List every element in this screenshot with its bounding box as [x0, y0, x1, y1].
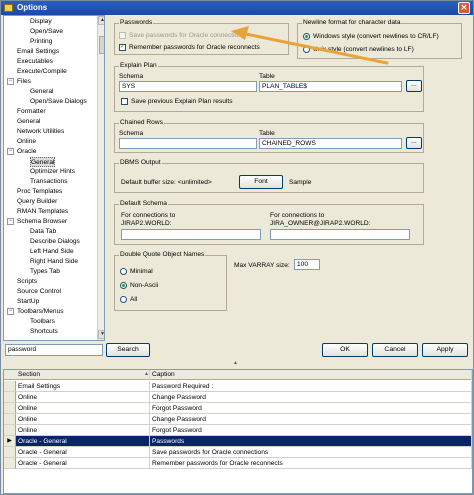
row-indicator[interactable] [4, 425, 16, 436]
row-indicator[interactable] [4, 381, 16, 392]
section-cell[interactable]: Online [16, 392, 150, 403]
row-indicator[interactable] [4, 414, 16, 425]
search-button[interactable]: Search [106, 343, 150, 357]
caption-cell[interactable]: Passwords [150, 436, 472, 447]
caption-cell[interactable]: Forgot Password [150, 425, 472, 436]
apply-button[interactable]: Apply [422, 343, 468, 357]
caption-cell[interactable]: Forgot Password [150, 403, 472, 414]
row-indicator[interactable] [4, 403, 16, 414]
section-cell[interactable]: Online [16, 414, 150, 425]
row-indicator[interactable]: ▶ [4, 436, 16, 447]
section-cell[interactable]: Oracle - General [16, 458, 150, 469]
sort-arrow-icon: ▲ [144, 371, 149, 377]
caption-cell[interactable]: Save passwords for Oracle connections [150, 447, 472, 458]
row-indicator[interactable] [4, 392, 16, 403]
cancel-button[interactable]: Cancel [372, 343, 418, 357]
search-input[interactable]: password [5, 344, 103, 356]
row-indicator[interactable] [4, 458, 16, 469]
section-cell[interactable]: Online [16, 403, 150, 414]
splitter-handle-icon[interactable]: ▲ [233, 359, 238, 368]
section-cell[interactable]: Oracle - General [16, 436, 150, 447]
caption-cell[interactable]: Password Required : [150, 381, 472, 392]
search-results-grid[interactable]: Section ▲ Caption Email Settings Password… [3, 369, 473, 494]
row-indicator[interactable] [4, 447, 16, 458]
section-cell[interactable]: Oracle - General [16, 447, 150, 458]
ok-button[interactable]: OK [322, 343, 368, 357]
options-window: Options ✕ ▲ ▼ Display Open/Save Printing Em… [0, 0, 474, 495]
section-cell[interactable]: Online [16, 425, 150, 436]
caption-cell[interactable]: Change Password [150, 392, 472, 403]
grid-header: Section ▲ Caption [4, 370, 472, 380]
section-cell[interactable]: Email Settings [16, 381, 150, 392]
caption-column-header[interactable]: Caption [150, 370, 472, 380]
caption-cell[interactable]: Change Password [150, 414, 472, 425]
caption-cell[interactable]: Remember passwords for Oracle reconnects [150, 458, 472, 469]
section-column-header[interactable]: Section [16, 370, 150, 380]
